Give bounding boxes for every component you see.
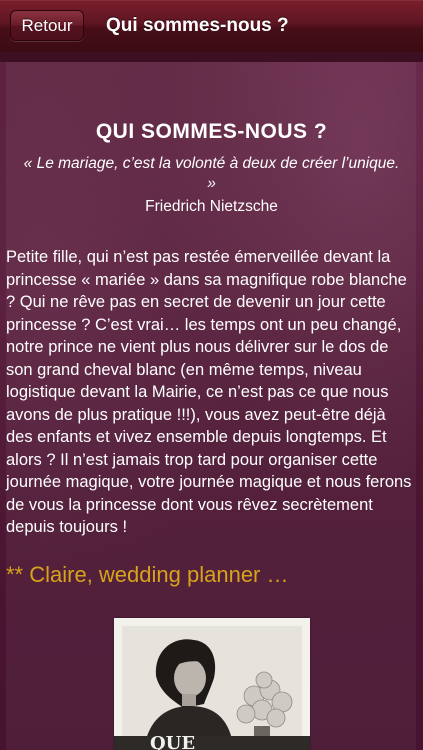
nav-title: Qui sommes-nous ? bbox=[106, 15, 289, 36]
back-button[interactable]: Retour bbox=[10, 10, 84, 41]
signature: ** Claire, wedding planner … bbox=[6, 562, 289, 587]
profile-photo: QUE bbox=[114, 618, 310, 750]
body-paragraph: Petite fille, qui n’est pas restée émerv… bbox=[6, 248, 412, 536]
content-area[interactable]: QUI SOMMES-NOUS ? « Le mariage, c’est la… bbox=[0, 62, 423, 750]
page-heading: QUI SOMMES-NOUS ? bbox=[95, 120, 328, 143]
navigation-bar: Retour Qui sommes-nous ? bbox=[0, 0, 423, 53]
quote-text: « Le mariage, c’est la volonté à deux de… bbox=[23, 155, 400, 192]
quote-author: Friedrich Nietzsche bbox=[145, 198, 278, 215]
header-banner bbox=[0, 52, 423, 62]
svg-text:QUE: QUE bbox=[150, 733, 195, 750]
